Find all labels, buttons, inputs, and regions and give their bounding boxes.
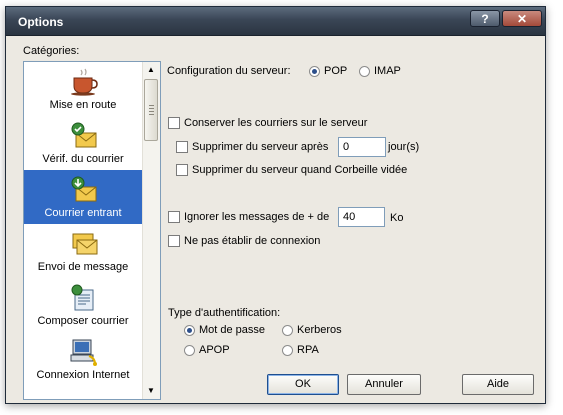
keep-on-server-label: Conserver les courriers sur le serveur [184, 117, 368, 129]
delete-on-trash-checkbox[interactable] [176, 164, 188, 176]
category-label: Envoi de message [37, 261, 129, 273]
password-radio[interactable] [184, 325, 195, 336]
compose-mail-icon [71, 284, 94, 311]
scroll-down-icon[interactable]: ▼ [143, 383, 159, 399]
categories-scrollbar[interactable]: ▲ ▼ [142, 62, 160, 399]
server-config-label: Configuration du serveur: [167, 65, 291, 77]
window-title: Options [18, 15, 64, 29]
help-title-button[interactable]: ? [470, 10, 500, 27]
ignore-size-input[interactable]: 40 [338, 207, 385, 227]
delete-after-checkbox[interactable] [176, 141, 188, 153]
cancel-button[interactable]: Annuler [347, 374, 421, 395]
keep-on-server-checkbox[interactable] [168, 117, 180, 129]
category-label: Mise en route [49, 99, 117, 111]
category-label: Vérif. du courrier [42, 153, 124, 165]
scroll-up-icon[interactable]: ▲ [143, 62, 159, 78]
pop-label: POP [324, 65, 348, 77]
password-label: Mot de passe [199, 324, 266, 336]
imap-label: IMAP [374, 65, 401, 77]
incoming-mail-icon [71, 176, 97, 202]
rpa-label: RPA [297, 344, 319, 356]
delete-on-trash-label: Supprimer du serveur quand Corbeille vid… [192, 164, 408, 176]
scrollbar-thumb[interactable] [144, 79, 158, 141]
options-dialog: Options ? ✕ Catégories: Mise en route Vé… [5, 6, 546, 404]
category-item-envoi-message[interactable]: Envoi de message [24, 224, 142, 278]
no-connection-checkbox[interactable] [168, 235, 180, 247]
pop-radio[interactable] [309, 66, 320, 77]
check-mail-icon [71, 122, 97, 148]
ok-button[interactable]: OK [267, 374, 339, 395]
category-label: Connexion Internet [36, 369, 130, 381]
close-button[interactable]: ✕ [502, 10, 542, 27]
category-item-connexion-internet[interactable]: Connexion Internet [24, 332, 142, 386]
apop-radio[interactable] [184, 345, 195, 356]
category-item-verif-courrier[interactable]: Vérif. du courrier [24, 116, 142, 170]
send-message-icon [72, 233, 98, 255]
delete-after-label: Supprimer du serveur après [192, 141, 329, 153]
category-item-mise-en-route[interactable]: Mise en route [24, 62, 142, 116]
auth-type-label: Type d'authentification: [168, 307, 281, 319]
categories-label: Catégories: [23, 45, 80, 57]
kerberos-label: Kerberos [297, 324, 342, 336]
category-item-composer-courrier[interactable]: Composer courrier [24, 278, 142, 332]
coffee-cup-icon [71, 68, 98, 96]
ignore-messages-checkbox[interactable] [168, 211, 180, 223]
category-label: Courrier entrant [44, 207, 122, 219]
no-connection-label: Ne pas établir de connexion [184, 235, 321, 247]
title-bar[interactable]: Options ? ✕ [6, 7, 545, 36]
internet-connection-icon [70, 339, 97, 366]
kerberos-radio[interactable] [282, 325, 293, 336]
category-item-courrier-entrant[interactable]: Courrier entrant [24, 170, 142, 224]
imap-radio[interactable] [359, 66, 370, 77]
apop-label: APOP [199, 344, 230, 356]
categories-list[interactable]: Mise en route Vérif. du courrier Courrie… [23, 61, 161, 400]
ignore-messages-label: Ignorer les messages de + de [184, 211, 330, 223]
delete-after-days-input[interactable]: 0 [338, 137, 386, 157]
category-label: Composer courrier [37, 315, 129, 327]
help-button[interactable]: Aide [462, 374, 534, 395]
days-unit-label: jour(s) [388, 141, 420, 153]
ko-unit-label: Ko [390, 212, 404, 224]
rpa-radio[interactable] [282, 345, 293, 356]
